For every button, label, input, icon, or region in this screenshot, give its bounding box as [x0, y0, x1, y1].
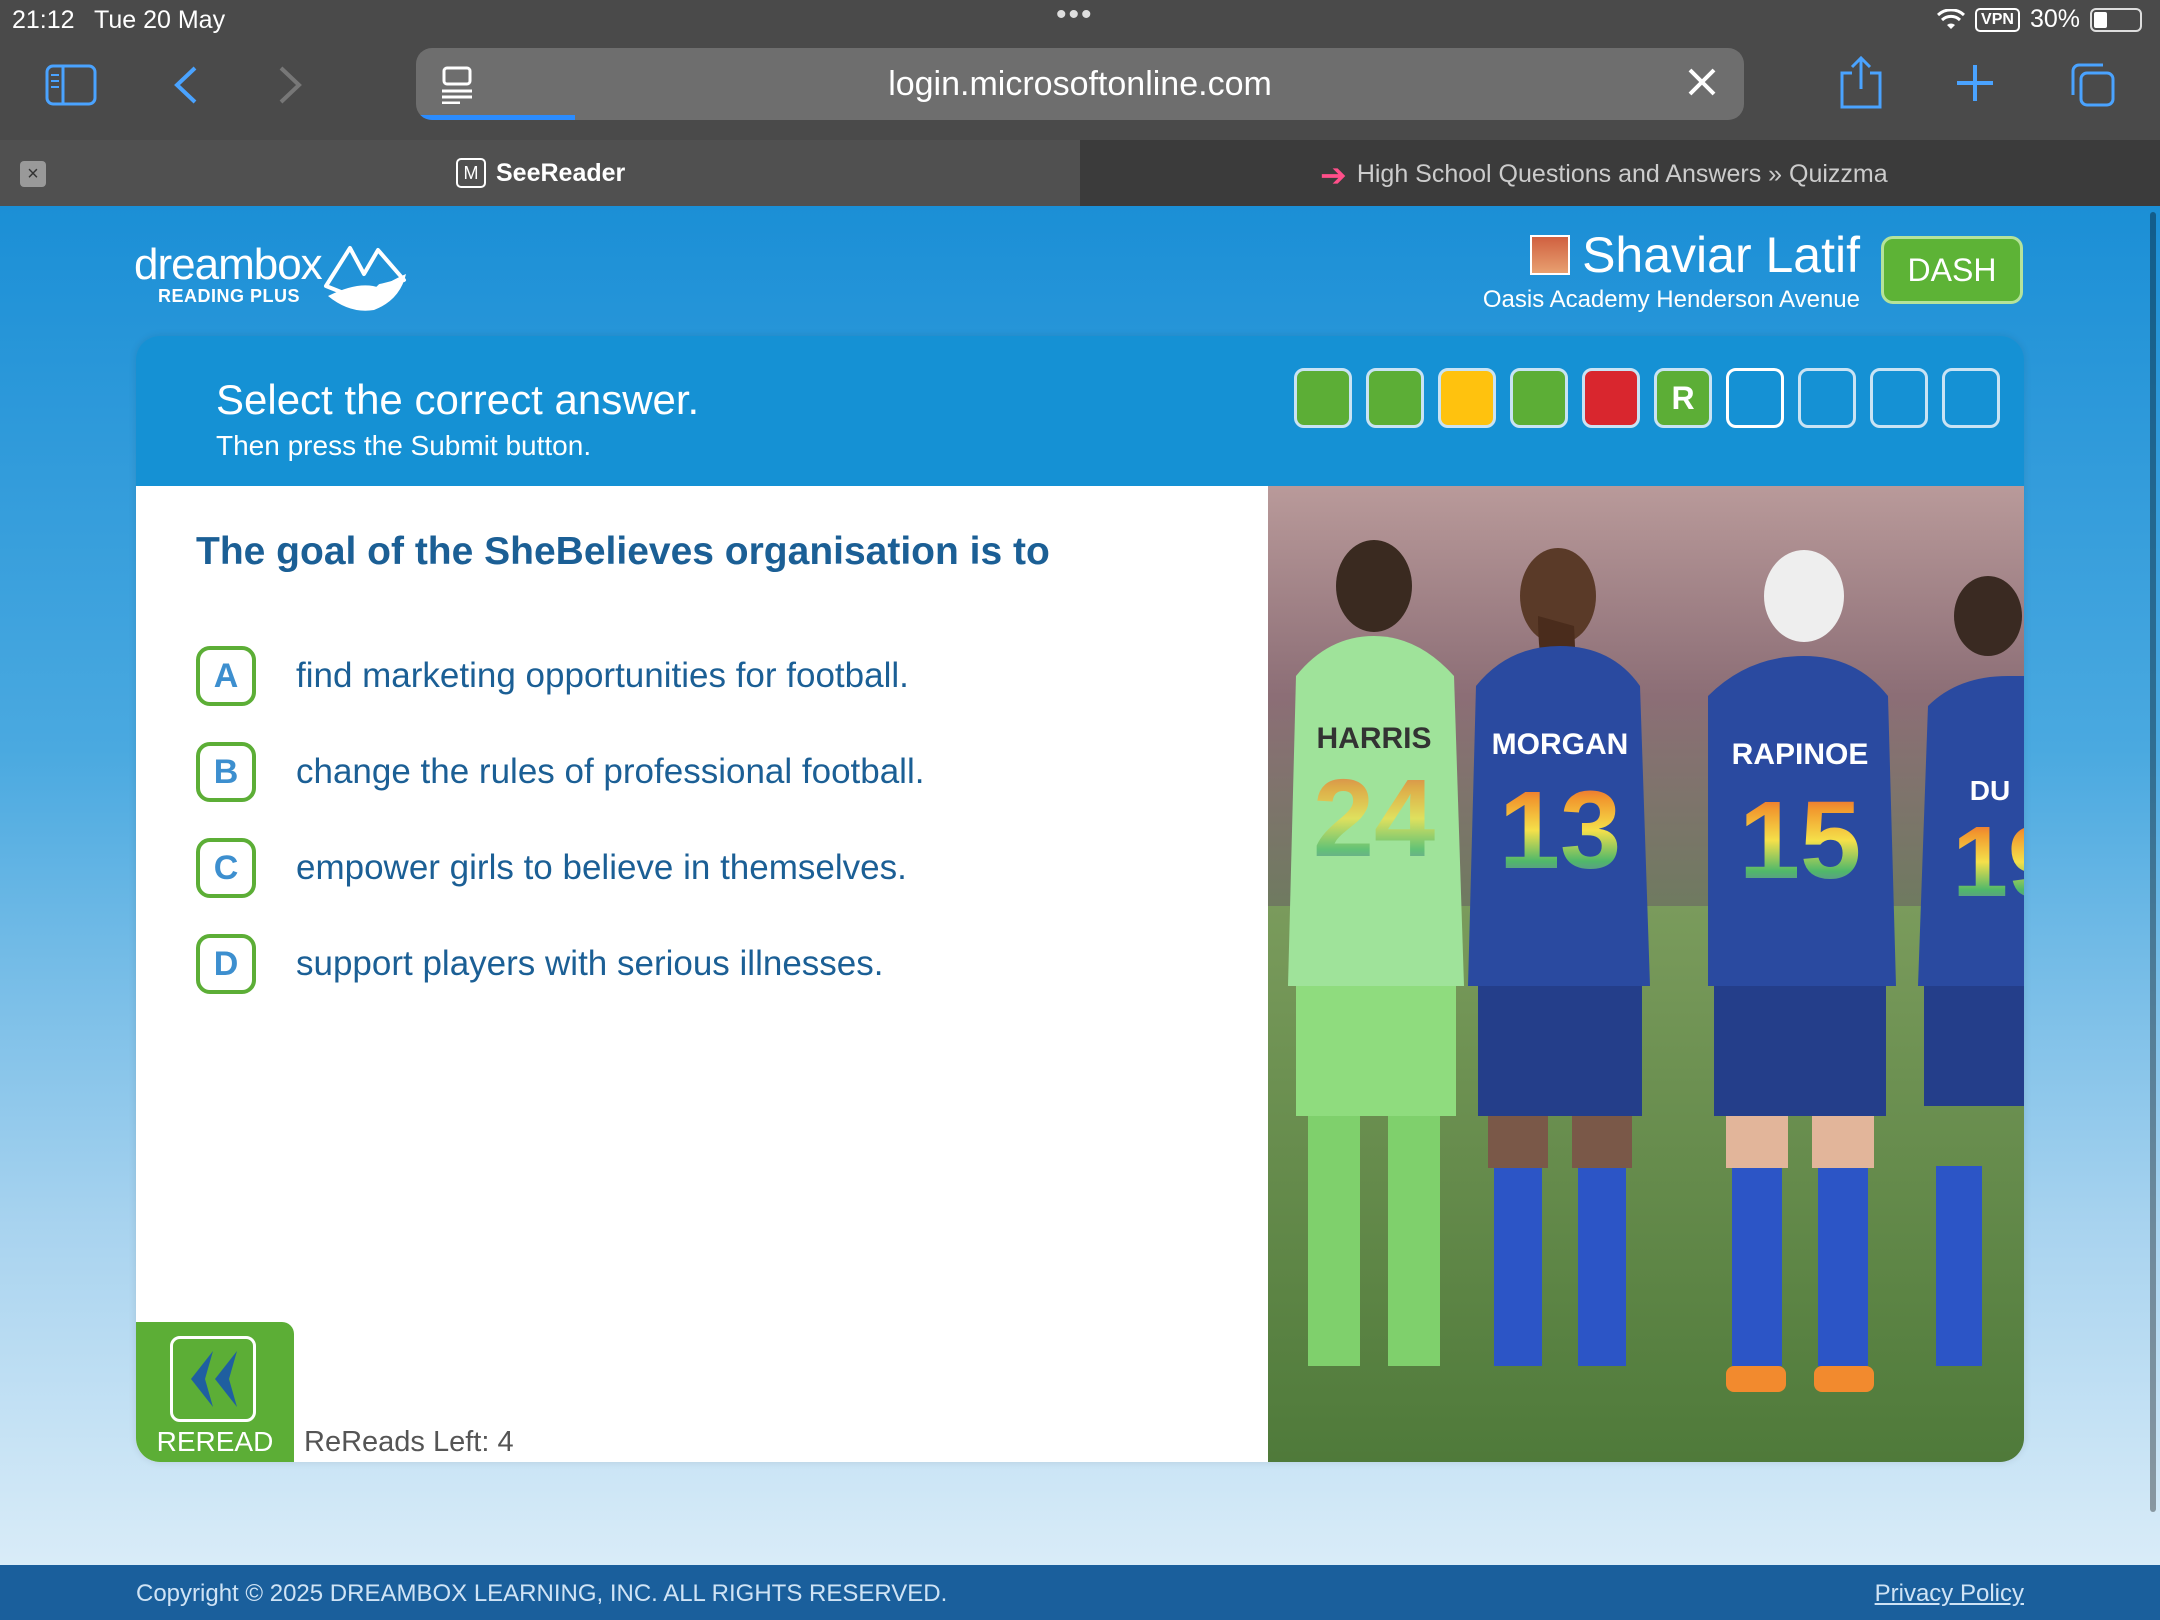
page-scrollbar[interactable] — [2150, 212, 2156, 1512]
progress-box — [1510, 368, 1568, 428]
url-text: login.microsoftonline.com — [888, 65, 1272, 103]
instruction-subtitle: Then press the Submit button. — [216, 430, 592, 461]
book-bird-icon — [324, 246, 406, 311]
sidebar-icon[interactable] — [44, 62, 98, 108]
progress-box: R — [1654, 368, 1712, 428]
progress-box — [1870, 368, 1928, 428]
status-time: 21:12 — [12, 6, 75, 34]
option-b[interactable]: B change the rules of professional footb… — [196, 742, 924, 802]
battery-percent: 30% — [2029, 5, 2080, 33]
user-name: Shaviar Latif — [1582, 227, 1860, 283]
avatar — [1530, 235, 1571, 275]
tab-favicon: M — [456, 158, 486, 188]
option-text[interactable]: find marketing opportunities for footbal… — [296, 656, 909, 696]
question-pane: The goal of the SheBelieves organisation… — [136, 486, 1268, 1462]
logo-word: dreambox — [134, 240, 323, 289]
card-header: Select the correct answer. Then press th… — [136, 336, 2024, 486]
logo-sub: READING PLUS — [158, 286, 301, 306]
footer: Copyright © 2025 DREAMBOX LEARNING, INC.… — [0, 1565, 2160, 1620]
option-c[interactable]: C empower girls to believe in themselves… — [196, 838, 907, 898]
dash-button[interactable]: DASH — [1881, 236, 2023, 304]
option-a[interactable]: A find marketing opportunities for footb… — [196, 646, 909, 706]
app-page: dreambox READING PLUS Shaviar Latif Oasi… — [0, 206, 2160, 1565]
progress-box — [1294, 368, 1352, 428]
progress-box — [1438, 368, 1496, 428]
photo-player-name: MORGAN — [1492, 728, 1629, 761]
photo-player-number: 24 — [1313, 757, 1435, 880]
reread-label: REREAD — [156, 1426, 274, 1457]
photo-player-number: 15 — [1739, 779, 1861, 902]
tab-title: High School Questions and Answers » Quiz… — [1356, 160, 1888, 188]
close-icon[interactable] — [1684, 64, 1720, 105]
status-bar: 21:12 Tue 20 May ••• VPN 30% — [0, 0, 2160, 40]
option-text[interactable]: change the rules of professional footbal… — [296, 752, 924, 792]
rewind-icon — [170, 1336, 256, 1422]
dreambox-logo: dreambox READING PLUS — [134, 240, 406, 311]
option-d[interactable]: D support players with serious illnesses… — [196, 934, 883, 994]
progress-box — [1798, 368, 1856, 428]
school-name: Oasis Academy Henderson Avenue — [1482, 286, 1860, 313]
browser-toolbar: login.microsoftonline.com — [0, 40, 2160, 140]
new-tab-icon[interactable] — [1954, 62, 1996, 104]
option-text[interactable]: support players with serious illnesses. — [296, 944, 883, 984]
question-text: The goal of the SheBelieves organisation… — [196, 530, 1050, 573]
tab-seereader[interactable]: × M SeeReader — [0, 140, 1080, 206]
wifi-icon — [1937, 8, 1966, 29]
page-load-progress — [416, 115, 576, 120]
option-letter[interactable]: D — [196, 934, 256, 994]
instruction-title: Select the correct answer. — [216, 376, 700, 423]
privacy-policy-link[interactable]: Privacy Policy — [1875, 1580, 2024, 1608]
battery-icon — [2090, 7, 2142, 32]
progress-box — [1726, 368, 1784, 428]
forward-icon[interactable] — [270, 62, 310, 108]
copyright-text: Copyright © 2025 DREAMBOX LEARNING, INC.… — [136, 1580, 948, 1607]
tab-bar: × M SeeReader ➔ High School Questions an… — [0, 140, 2160, 206]
photo-player-name: RAPINOE — [1732, 738, 1869, 771]
tab-overview-icon[interactable] — [2068, 60, 2118, 110]
back-icon[interactable] — [166, 62, 206, 108]
option-text[interactable]: empower girls to believe in themselves. — [296, 848, 907, 888]
share-icon[interactable] — [1838, 54, 1884, 110]
reread-button[interactable]: REREAD — [136, 1322, 294, 1462]
photo-player-number: 19 — [1952, 806, 2024, 918]
progress-box — [1582, 368, 1640, 428]
tab-title: SeeReader — [496, 158, 626, 187]
tab-quizzma[interactable]: ➔ High School Questions and Answers » Qu… — [1080, 140, 2160, 206]
arrow-right-icon: ➔ — [1320, 156, 1347, 193]
progress-tracker: R — [1294, 368, 2000, 428]
photo-player-number: 13 — [1499, 769, 1621, 892]
vpn-badge: VPN — [1975, 7, 2020, 32]
players-photo: HARRIS 24 MORGAN 13 RAPINOE 15 DU 1 — [1268, 486, 2024, 1462]
status-date: Tue 20 May — [94, 6, 226, 34]
address-bar[interactable]: login.microsoftonline.com — [416, 48, 1744, 120]
progress-box — [1366, 368, 1424, 428]
progress-box — [1942, 368, 2000, 428]
photo-player-name: HARRIS — [1316, 722, 1431, 755]
photo-player-name: DU — [1970, 775, 2010, 806]
multitask-dots-icon[interactable]: ••• — [1056, 0, 1094, 32]
question-card: Select the correct answer. Then press th… — [136, 336, 2024, 1462]
rereads-left: ReReads Left: 4 — [304, 1426, 514, 1458]
option-letter[interactable]: B — [196, 742, 256, 802]
user-info: Shaviar Latif Oasis Academy Henderson Av… — [1483, 226, 1860, 314]
option-letter[interactable]: A — [196, 646, 256, 706]
option-letter[interactable]: C — [196, 838, 256, 898]
tab-close-icon[interactable]: × — [20, 161, 46, 187]
